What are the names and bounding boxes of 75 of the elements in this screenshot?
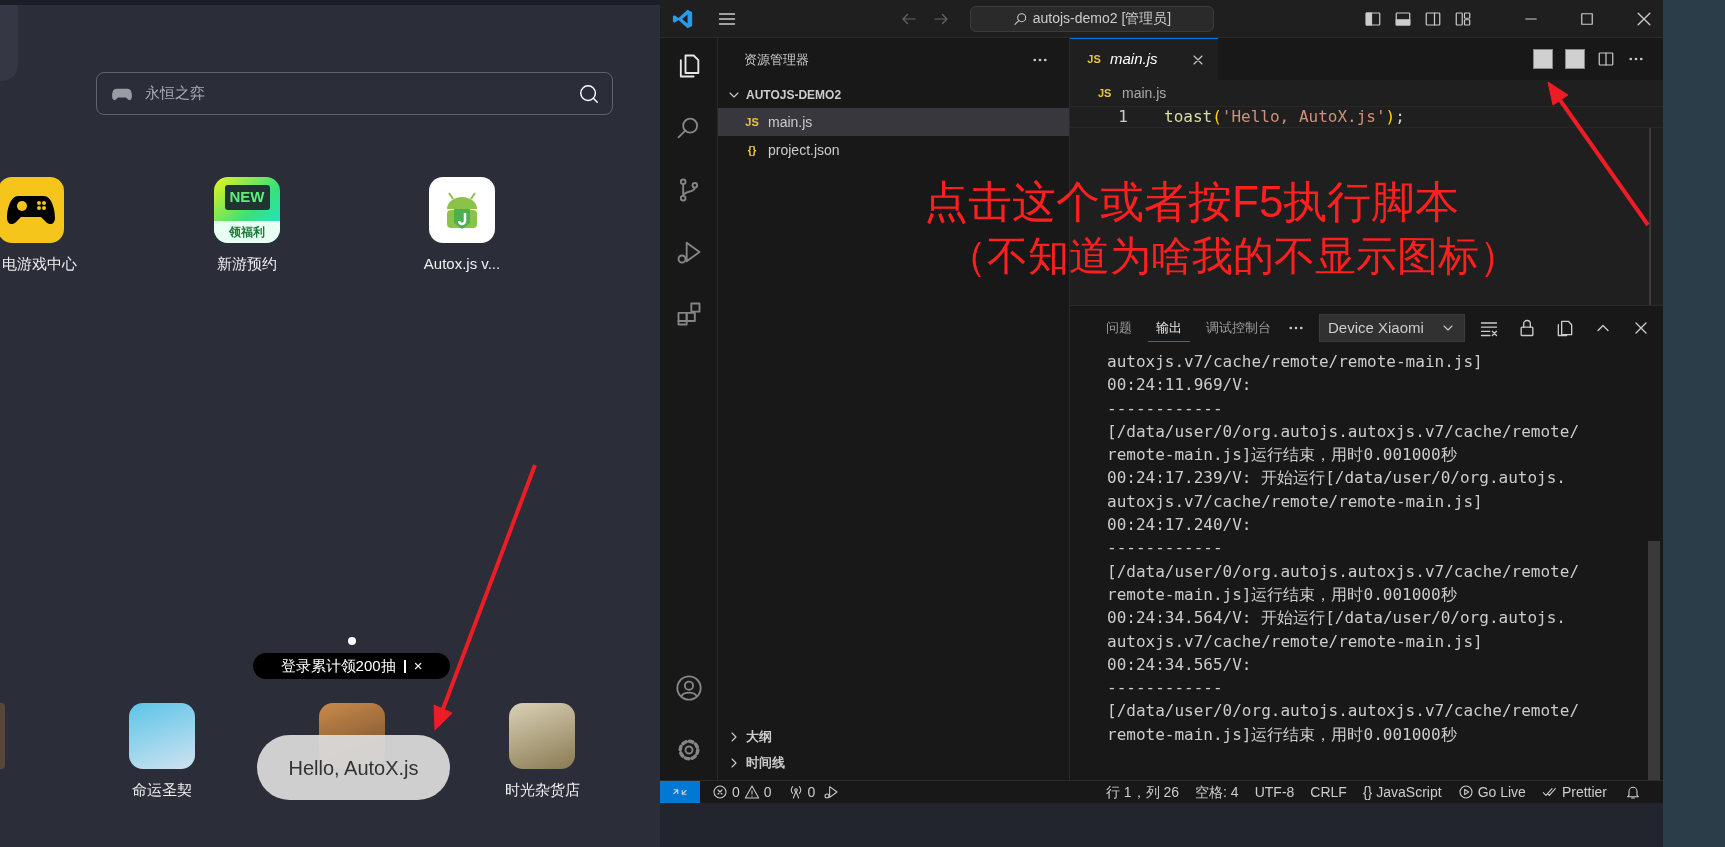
output-line: remote-main.js]运行结束，用时0.001000秒 <box>1107 723 1458 746</box>
section-header[interactable]: 大纲 <box>718 724 1069 750</box>
account-icon[interactable] <box>674 674 703 702</box>
secondary-sidebar-icon[interactable] <box>1424 9 1442 28</box>
layout-grid-icon[interactable] <box>1454 9 1472 28</box>
output-line: autoxjs.v7/cache/remote/remote-main.js] <box>1107 351 1484 373</box>
sidebar-layout-icon[interactable] <box>1364 9 1382 28</box>
output-line: 00:24:17.240/V: <box>1107 514 1253 537</box>
output-line: 00:24:11.969/V: <box>1107 374 1253 397</box>
bell-icon[interactable] <box>1625 784 1641 800</box>
code-line: toast('Hello, AutoX.js'); <box>1163 106 1405 128</box>
output-line: [/data/user/0/org.autojs.autoxjs.v7/cache/remote/ <box>1107 700 1580 723</box>
cursor-position[interactable]: 行 1，列 26 <box>1097 781 1188 803</box>
split-editor-icon[interactable] <box>1597 50 1615 68</box>
panel-tab[interactable]: 调试控制台 <box>1198 313 1279 343</box>
debug-icon[interactable] <box>823 784 840 800</box>
go-live-button[interactable]: Go Live <box>1449 781 1534 803</box>
ports-status[interactable]: 0 <box>779 781 824 803</box>
toast-message: Hello, AutoX.js <box>257 735 450 800</box>
output-line: ------------ <box>1107 677 1224 700</box>
editor-logo-icon <box>672 7 694 30</box>
photo-placeholder[interactable] <box>509 702 575 769</box>
output-line: remote-main.js]运行结束，用时0.001000秒 <box>1107 444 1458 467</box>
search-field[interactable]: 永恒之弈 <box>143 81 570 106</box>
output-line: autoxjs.v7/cache/remote/remote-main.js] <box>1107 490 1484 513</box>
error-icon <box>712 784 728 800</box>
prettier-status[interactable]: Prettier <box>1533 781 1615 803</box>
output-line: [/data/user/0/org.autojs.autoxjs.v7/cache/remote/ <box>1107 560 1580 583</box>
app-label: Autox.js v... <box>423 254 501 274</box>
app-icon[interactable] <box>0 177 64 243</box>
tooltip-text: 登录累计领200抽 <box>280 655 396 676</box>
section-header[interactable]: 时间线 <box>718 750 1069 776</box>
play-circle-icon <box>1457 784 1474 800</box>
copy-icon[interactable] <box>1555 318 1575 338</box>
app-label: 命运圣契 <box>132 779 192 800</box>
page-indicator-dot <box>348 637 356 645</box>
close-button[interactable]: × <box>413 654 423 678</box>
search-icon[interactable] <box>578 82 600 105</box>
sidebar-title: 资源管理器 <box>744 51 809 70</box>
file-item[interactable]: {} project.json <box>718 136 1069 164</box>
problems-status[interactable]: 0 0 <box>704 781 780 803</box>
app-label: 时光杂货店 <box>504 779 580 800</box>
photo-placeholder[interactable] <box>129 702 195 769</box>
line-ending-status[interactable]: CRLF <box>1302 781 1355 803</box>
output-line: autoxjs.v7/cache/remote/remote-main.js] <box>1107 630 1484 653</box>
breadcrumb[interactable]: JS main.js <box>1098 82 1167 104</box>
output-line: 00:24:34.565/V: <box>1107 653 1253 676</box>
encoding-status[interactable]: UTF-8 <box>1246 781 1303 803</box>
panel-tab[interactable]: 输出 <box>1148 313 1190 343</box>
output-line: 00:24:34.564/V: 开始运行[/data/user/0/org.autojs. <box>1107 607 1567 630</box>
search-icon <box>1012 10 1029 27</box>
promo-tooltip[interactable]: 登录累计领200抽 × <box>253 653 450 679</box>
app-icon[interactable]: NEW 领福利 <box>214 177 280 243</box>
output-line: ------------ <box>1107 537 1224 560</box>
app-label: 电游戏中心 <box>1 254 77 274</box>
file-item[interactable]: JS main.js <box>718 108 1069 136</box>
language-status[interactable]: {} JavaScript <box>1354 781 1450 803</box>
line-number: 1 <box>1117 106 1129 128</box>
panel-layout-icon[interactable] <box>1394 9 1412 28</box>
output-line: [/data/user/0/org.autojs.autoxjs.v7/cache/remote/ <box>1107 420 1580 443</box>
search-box[interactable]: 永恒之弈 <box>96 72 613 115</box>
output-line: 00:24:17.239/V: 开始运行[/data/user/0/org.autojs. <box>1107 467 1567 490</box>
folder-header[interactable]: AUTOJS-DEMO2 <box>718 82 1069 108</box>
annotation-text: （不知道为啥我的不显示图标） <box>946 236 1520 277</box>
app-icon[interactable] <box>429 177 495 243</box>
annotation-text: 点击这个或者按F5执行脚本 <box>924 180 1460 224</box>
indentation-status[interactable]: 空格: 4 <box>1187 781 1247 803</box>
output-line: ------------ <box>1107 397 1224 420</box>
editor-tab[interactable]: JS main.js <box>1070 38 1218 80</box>
panel-tab[interactable]: 问题 <box>1098 313 1140 343</box>
channel-dropdown[interactable]: Device Xiaomi <box>1319 314 1465 342</box>
command-center[interactable]: autojs-demo2 [管理员] <box>970 5 1214 32</box>
app-label: 新游预约 <box>217 254 277 274</box>
warning-icon <box>743 784 760 800</box>
output-line: remote-main.js]运行结束，用时0.001000秒 <box>1107 583 1458 606</box>
